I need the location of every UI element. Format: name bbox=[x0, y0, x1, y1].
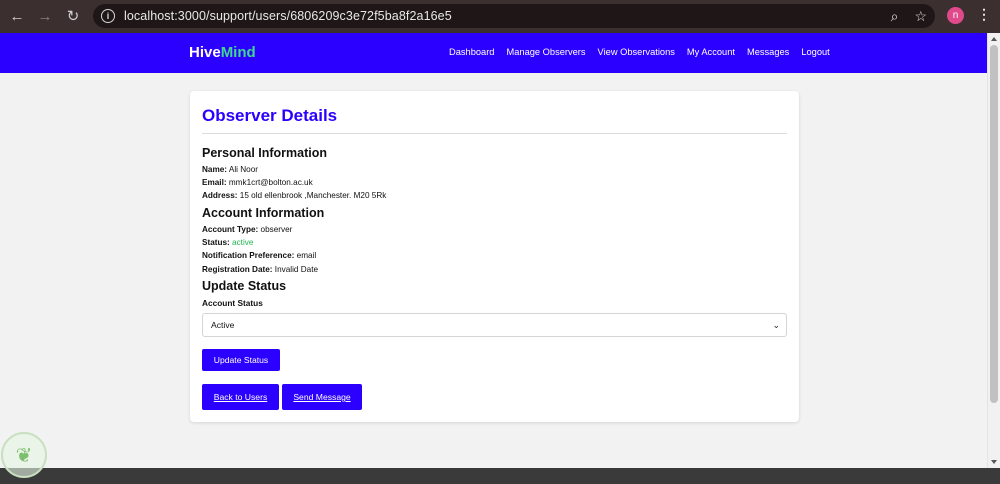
name-field: Name: Ali Noor bbox=[202, 165, 258, 174]
title-divider bbox=[202, 133, 787, 134]
forward-arrow-icon[interactable]: → bbox=[31, 2, 59, 30]
registration-field: Registration Date: Invalid Date bbox=[202, 265, 318, 274]
status-value: active bbox=[232, 238, 254, 247]
browser-menu-icon[interactable]: ⋮ bbox=[977, 6, 991, 23]
browser-toolbar: ← → ↻ i localhost:3000/support/users/680… bbox=[0, 0, 1000, 33]
leaf-watermark-icon: ❦ bbox=[1, 432, 47, 478]
zoom-icon[interactable]: ⌕ bbox=[891, 8, 899, 25]
logo[interactable]: HiveMind bbox=[189, 44, 256, 61]
site-info-icon[interactable]: i bbox=[101, 9, 115, 23]
selected-status: Active bbox=[211, 320, 235, 330]
status-field: Status: active bbox=[202, 238, 253, 247]
bookmark-star-icon[interactable]: ☆ bbox=[914, 8, 927, 25]
nav-logout[interactable]: Logout bbox=[801, 47, 829, 57]
email-field: Email: mmk1crt@bolton.ac.uk bbox=[202, 178, 313, 187]
back-arrow-icon[interactable]: ← bbox=[3, 2, 31, 30]
notification-label: Notification Preference: bbox=[202, 251, 295, 260]
logo-mind: Mind bbox=[220, 44, 256, 61]
observer-details-card: Observer Details Personal Information Na… bbox=[190, 91, 799, 422]
address-value: 15 old ellenbrook ,Manchester. M20 5Rk bbox=[239, 191, 387, 200]
account-type-label: Account Type: bbox=[202, 225, 259, 234]
account-info-heading: Account Information bbox=[202, 206, 325, 220]
address-label: Address: bbox=[202, 191, 238, 200]
address-field: Address: 15 old ellenbrook ,Manchester. … bbox=[202, 191, 386, 200]
logo-hive: Hive bbox=[189, 44, 221, 61]
registration-label: Registration Date: bbox=[202, 265, 273, 274]
account-type-value: observer bbox=[260, 225, 293, 234]
bottom-bar bbox=[0, 468, 1000, 484]
name-value: Ali Noor bbox=[228, 165, 258, 174]
url-text[interactable]: localhost:3000/support/users/6806209c3e7… bbox=[124, 9, 452, 23]
nav-view-observations[interactable]: View Observations bbox=[598, 47, 675, 57]
account-status-label: Account Status bbox=[202, 298, 263, 308]
registration-value: Invalid Date bbox=[274, 265, 319, 274]
email-label: Email: bbox=[202, 178, 227, 187]
main-nav: Dashboard Manage Observers View Observat… bbox=[449, 47, 830, 57]
page-title: Observer Details bbox=[202, 106, 338, 125]
notification-field: Notification Preference: email bbox=[202, 251, 316, 260]
profile-avatar[interactable]: n bbox=[947, 7, 964, 24]
scroll-down-icon[interactable] bbox=[991, 460, 997, 464]
account-type-field: Account Type: observer bbox=[202, 225, 292, 234]
back-to-users-button[interactable]: Back to Users bbox=[202, 384, 279, 410]
status-label: Status: bbox=[202, 238, 230, 247]
nav-my-account[interactable]: My Account bbox=[687, 47, 735, 57]
chevron-down-icon: ⌄ bbox=[772, 319, 780, 330]
email-value: mmk1crt@bolton.ac.uk bbox=[228, 178, 313, 187]
update-status-button[interactable]: Update Status bbox=[202, 349, 280, 371]
update-status-heading: Update Status bbox=[202, 279, 287, 293]
notification-value: email bbox=[296, 251, 317, 260]
address-bar[interactable]: i localhost:3000/support/users/6806209c3… bbox=[93, 4, 935, 28]
page-scrollbar[interactable] bbox=[987, 33, 1000, 468]
scroll-up-icon[interactable] bbox=[991, 37, 997, 41]
nav-messages[interactable]: Messages bbox=[747, 47, 789, 57]
scroll-thumb[interactable] bbox=[990, 45, 998, 403]
name-label: Name: bbox=[202, 165, 228, 174]
nav-manage-observers[interactable]: Manage Observers bbox=[506, 47, 585, 57]
account-status-select[interactable]: Active ⌄ bbox=[202, 313, 787, 337]
reload-icon[interactable]: ↻ bbox=[59, 2, 87, 30]
app-header: HiveMind Dashboard Manage Observers View… bbox=[0, 33, 987, 73]
personal-info-heading: Personal Information bbox=[202, 146, 328, 160]
nav-dashboard[interactable]: Dashboard bbox=[449, 47, 494, 57]
send-message-button[interactable]: Send Message bbox=[282, 384, 362, 410]
